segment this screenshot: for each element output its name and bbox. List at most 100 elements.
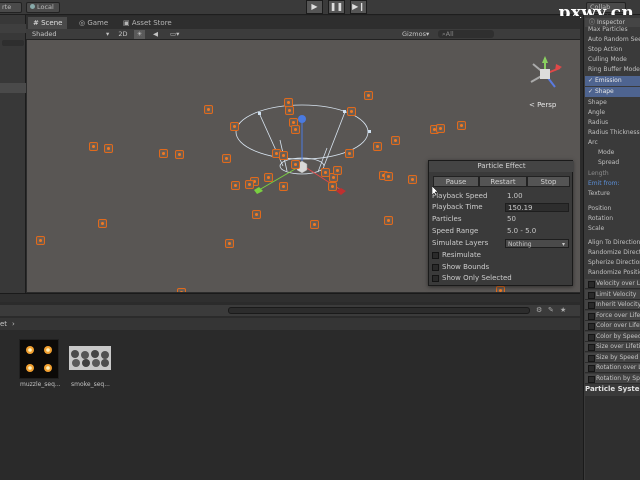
particle xyxy=(279,151,288,160)
smoke-sheet-icon[interactable] xyxy=(69,346,111,370)
tab-asset-store-label: Asset Store xyxy=(131,19,172,27)
play-button[interactable]: ▶ xyxy=(306,0,323,14)
show-only-selected-label: Show Only Selected xyxy=(442,274,512,282)
speed-range-value: 5.0 - 5.0 xyxy=(507,227,537,235)
orientation-gizmo[interactable] xyxy=(525,54,567,98)
particle-effect-panel: Particle Effect Pause Restart Stop Playb… xyxy=(428,160,574,286)
smoke-thumbnail xyxy=(69,346,111,370)
tab-asset-store[interactable]: ▣ Asset Store xyxy=(118,17,177,29)
scene-icon: # xyxy=(33,19,39,27)
playback-time-field[interactable]: 150.19 xyxy=(505,203,569,212)
resimulate-checkbox[interactable] xyxy=(432,252,439,259)
particle-effect-title: Particle Effect xyxy=(429,161,574,172)
pause-button[interactable]: ❚❚ xyxy=(328,0,345,14)
particle xyxy=(264,173,273,182)
simulate-layers-dropdown[interactable]: Nothing ▾ xyxy=(505,239,569,248)
effects-dropdown[interactable]: ▭▾ xyxy=(170,30,186,39)
particle xyxy=(204,105,213,114)
persp-label[interactable]: < Persp xyxy=(529,101,556,109)
color-over-lifetime-module[interactable]: Color over Lifetime xyxy=(585,321,640,331)
restart-effect-button[interactable]: Restart xyxy=(479,176,527,187)
tab-scene[interactable]: # Scene xyxy=(28,17,68,29)
length-label: Length xyxy=(588,170,609,177)
project-tab-bar xyxy=(0,293,580,302)
particle xyxy=(222,154,231,163)
stop-action-label: Stop Action xyxy=(588,46,623,53)
project-breadcrumb: et › xyxy=(0,318,580,330)
inherit-velocity-module[interactable]: Inherit Velocity xyxy=(585,300,640,310)
particle xyxy=(384,216,393,225)
color-by-speed-module[interactable]: Color by Speed xyxy=(585,332,640,342)
hierarchy-search[interactable] xyxy=(2,40,24,46)
particle xyxy=(436,124,445,133)
chevron-right-icon: › xyxy=(12,320,15,328)
particle xyxy=(36,236,45,245)
force-over-lifetime-module[interactable]: Force over Lifetime xyxy=(585,311,640,321)
pivot-toggle[interactable]: rte xyxy=(0,2,22,13)
emit-from-label: Emit from: xyxy=(588,180,620,187)
resimulate-label: Resimulate xyxy=(442,251,481,259)
shape-label: Shape xyxy=(588,99,607,106)
emission-module[interactable]: ✓ Emission xyxy=(585,76,640,86)
hierarchy-selected-row[interactable] xyxy=(0,83,26,93)
arc-label: Arc xyxy=(588,139,598,146)
particle-system-footer[interactable]: Particle System xyxy=(585,384,640,395)
rotation-by-speed-module[interactable]: Rotation by Speed xyxy=(585,374,640,384)
globe-icon xyxy=(30,4,35,9)
particle xyxy=(89,142,98,151)
label-icon[interactable]: ✎ xyxy=(548,306,556,314)
image-icon: ▭ xyxy=(170,30,177,38)
scene-search-placeholder: All xyxy=(445,30,454,38)
stop-effect-button[interactable]: Stop xyxy=(527,176,570,187)
star-icon[interactable]: ★ xyxy=(560,306,568,314)
radius-label: Radius xyxy=(588,119,609,126)
show-bounds-checkbox[interactable] xyxy=(432,264,439,271)
lighting-toggle[interactable]: ☀ xyxy=(134,30,145,39)
pause-icon: ❚❚ xyxy=(329,2,344,11)
playback-speed-field[interactable]: 1.00 xyxy=(505,192,569,201)
particle xyxy=(345,149,354,158)
project-search-input[interactable] xyxy=(228,307,530,314)
tab-game[interactable]: ◎ Game xyxy=(74,17,113,29)
filter-icon[interactable]: ⚙ xyxy=(536,306,544,314)
ring-buffer-mode-label: Ring Buffer Mode xyxy=(588,66,640,73)
scene-search-input[interactable]: ⌕All xyxy=(438,30,494,38)
size-by-speed-module[interactable]: Size by Speed xyxy=(585,353,640,363)
gizmos-dropdown[interactable]: Gizmos▾ xyxy=(402,30,429,39)
playback-speed-label: Playback Speed xyxy=(432,192,488,200)
hierarchy-header xyxy=(0,24,26,33)
playback-time-label: Playback Time xyxy=(432,203,483,211)
size-over-lifetime-module[interactable]: Size over Lifetime xyxy=(585,342,640,352)
game-icon: ◎ xyxy=(79,19,86,27)
local-toggle[interactable]: Local xyxy=(26,2,60,13)
mouse-cursor-icon xyxy=(432,186,439,197)
limit-velocity-module[interactable]: Limit Velocity xyxy=(585,290,640,300)
step-button[interactable]: ▶❙ xyxy=(350,0,367,14)
muzzle-flash-thumbnail xyxy=(26,346,52,372)
align-to-direction-label: Align To Direction xyxy=(588,239,640,246)
speed-range-label: Speed Range xyxy=(432,227,479,235)
mode-2d-toggle[interactable]: 2D xyxy=(116,30,130,39)
velocity-over-lifetime-module[interactable]: Velocity over Lifetime xyxy=(585,279,640,289)
gizmos-label: Gizmos xyxy=(402,30,426,38)
chevron-down-icon: ▾ xyxy=(106,30,110,38)
store-icon: ▣ xyxy=(123,19,130,27)
shape-module[interactable]: ✓ Shape xyxy=(585,87,640,97)
particle xyxy=(230,122,239,131)
particle xyxy=(245,180,254,189)
particle xyxy=(391,136,400,145)
randomize-direction-label: Randomize Direction xyxy=(588,249,640,256)
shading-mode-dropdown[interactable]: Shaded ▾ xyxy=(32,30,112,39)
breadcrumb-folder[interactable]: et xyxy=(0,320,7,328)
audio-toggle[interactable]: ◀ xyxy=(150,30,161,39)
muzzle-flash-sheet-icon[interactable] xyxy=(19,339,59,379)
emission-module-label: Emission xyxy=(594,77,622,84)
show-only-selected-checkbox[interactable] xyxy=(432,275,439,282)
randomize-position-label: Randomize Position xyxy=(588,269,640,276)
particle xyxy=(457,121,466,130)
speaker-icon: ◀ xyxy=(153,30,158,38)
light-icon: ☀ xyxy=(136,30,143,38)
rotation-over-lifetime-module[interactable]: Rotation over Lifetime xyxy=(585,363,640,373)
particle xyxy=(373,142,382,151)
scene-tab-bar: # Scene ◎ Game ▣ Asset Store xyxy=(26,16,580,29)
